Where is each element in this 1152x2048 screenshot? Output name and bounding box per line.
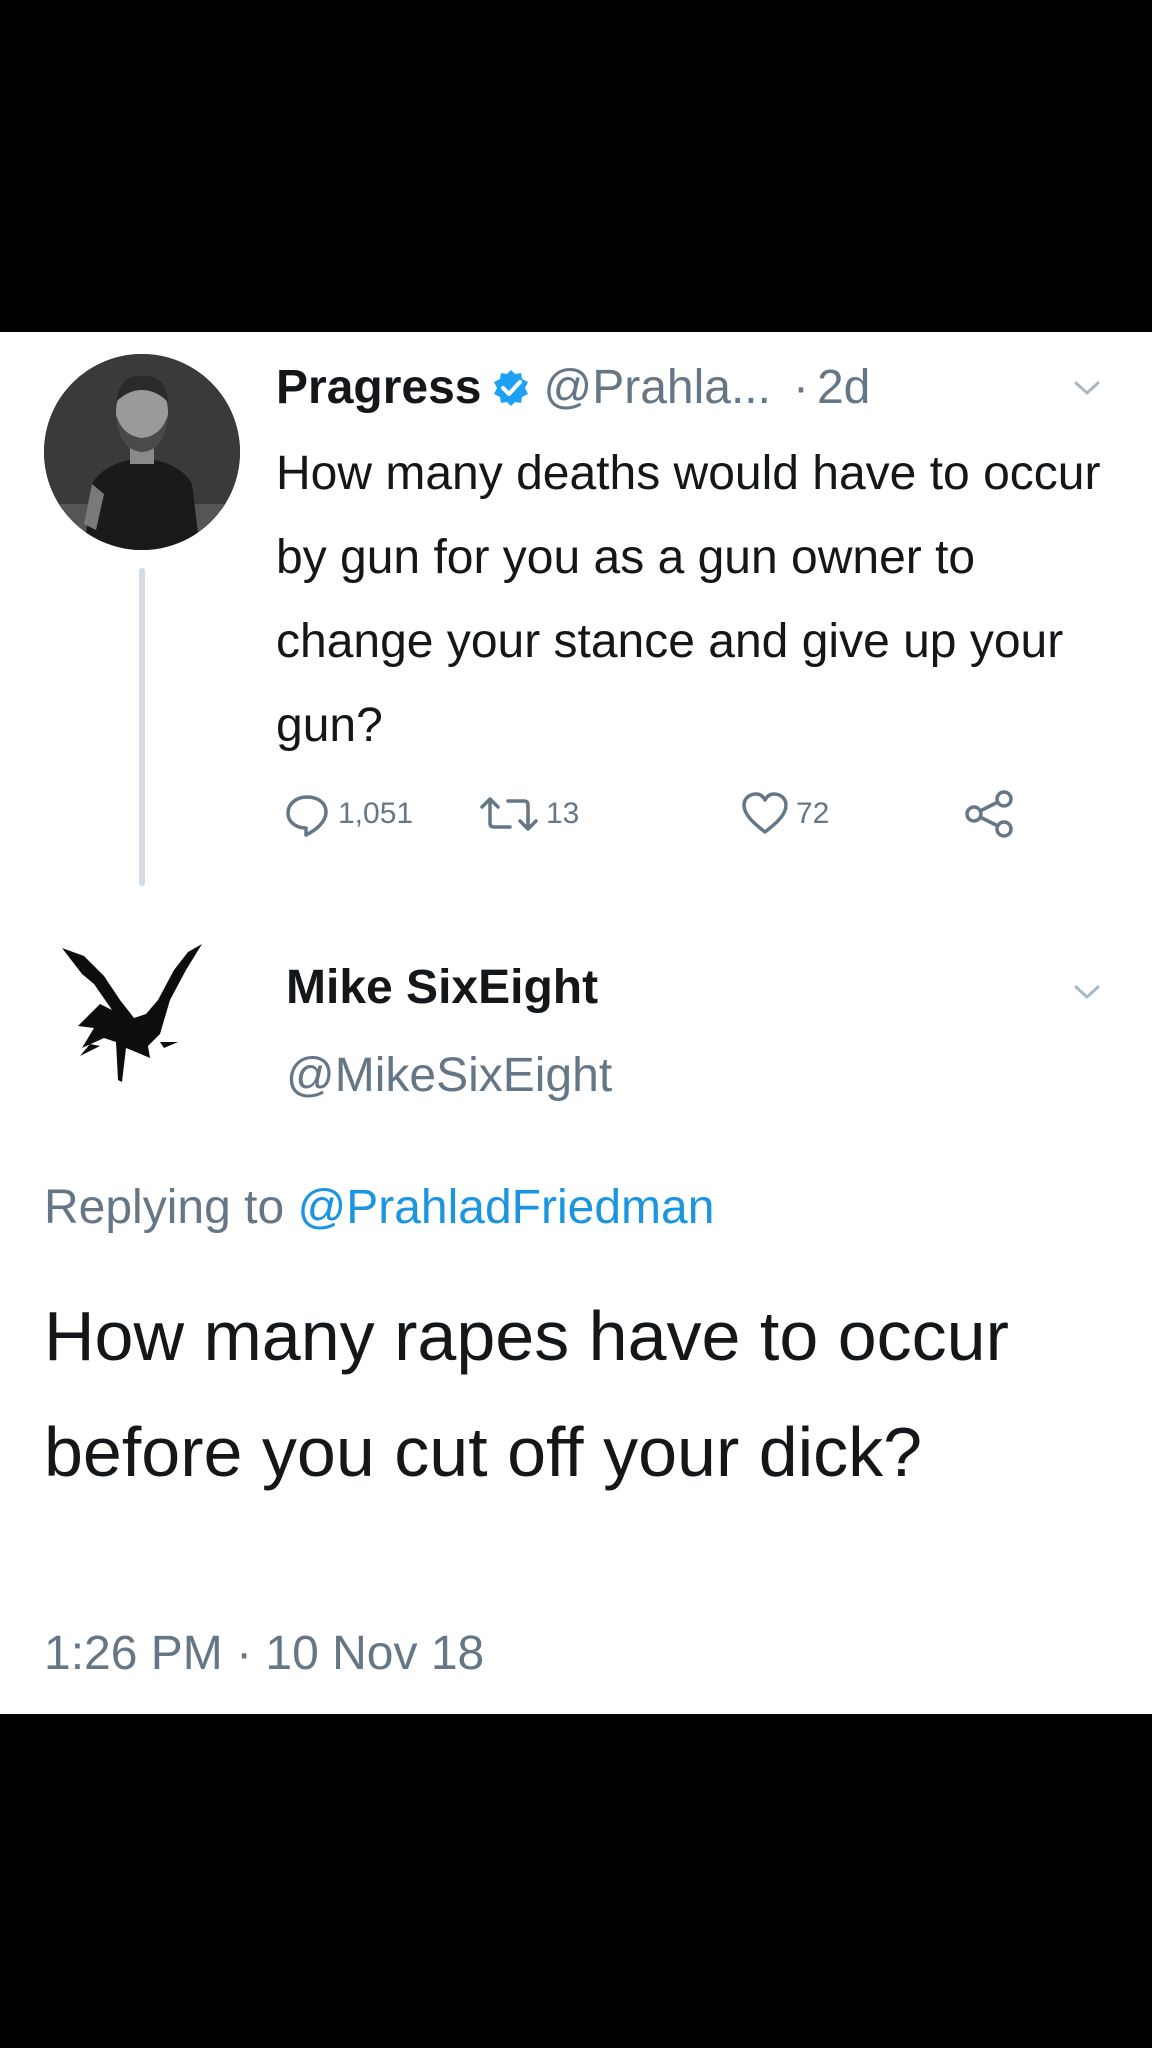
reply-timestamp[interactable]: 1:26 PM · 10 Nov 18 [44,1624,484,1684]
tweet-actions: 1,051 13 72 [282,784,1062,844]
like-count: 72 [796,797,830,830]
replying-to-line: Replying to @PrahladFriedman [44,1178,714,1238]
verified-badge-icon [494,370,529,406]
reply-icon [286,795,328,837]
reply-count: 1,051 [338,797,414,830]
like-action[interactable]: 72 [740,784,829,844]
chevron-down-icon[interactable] [1072,378,1102,398]
retweet-icon [480,797,538,831]
reply-author-name[interactable]: Mike SixEight [286,958,598,1018]
tweet-age[interactable]: 2d [817,356,870,420]
reply-action[interactable]: 1,051 [282,784,413,844]
thread-line [139,568,145,886]
reply-tweet-text: How many rapes have to occur before you … [44,1297,1009,1491]
raven-avatar-icon[interactable] [60,930,210,1092]
author-name[interactable]: Pragress [276,356,481,420]
parent-tweet-text: How many deaths would have to occur by g… [276,447,1101,752]
retweet-count: 13 [546,797,580,830]
parent-tweet-header: Pragress @Prahla... · 2d [276,356,870,420]
heart-icon [742,792,788,834]
reply-author-handle[interactable]: @MikeSixEight [286,1046,612,1106]
person-photo-icon [44,354,240,550]
replying-to-label: Replying to [44,1181,285,1234]
chevron-down-icon[interactable] [1072,982,1102,1002]
replying-to-mention[interactable]: @PrahladFriedman [297,1181,714,1234]
share-action[interactable] [962,784,1024,844]
separator-dot: · [792,361,809,414]
retweet-action[interactable]: 13 [478,784,579,844]
author-avatar[interactable] [44,354,240,550]
tweet-screenshot-card: Pragress @Prahla... · 2d How many deaths… [0,332,1152,1714]
author-handle[interactable]: @Prahla... [543,356,770,420]
share-icon [965,790,1013,838]
